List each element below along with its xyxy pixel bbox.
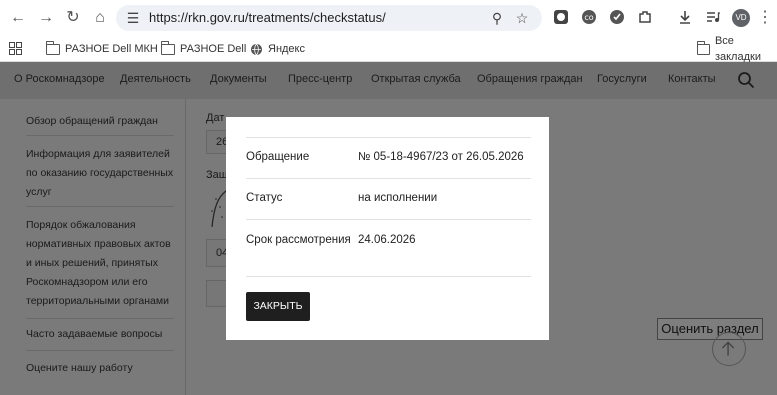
modal-divider [246,137,531,138]
media-control-icon[interactable] [705,9,721,25]
appeal-value: № 05-18-4967/23 от 26.05.2026 [358,151,524,163]
deadline-label: Срок рассмотрения [246,234,351,246]
home-icon[interactable]: ⌂ [90,8,110,28]
bookmark-yandex[interactable]: Яндекс [250,41,305,57]
sidebar-divider [26,206,174,207]
bookmark-folder-dell-mkn[interactable]: РАЗНОЕ Dell МКН [45,40,158,57]
sidebar-item-review[interactable]: Обзор обращений граждан [26,112,176,131]
all-bookmarks[interactable]: Все закладки [696,35,777,63]
sidebar-item-appeal-order[interactable]: Порядок обжалования нормативных правовых… [26,216,176,311]
status-label: Статус [246,192,283,204]
bookmarks-bar: РАЗНОЕ Dell МКН РАЗНОЕ Dell Яндекс Все з… [0,35,777,63]
bookmark-label: Яндекс [268,43,305,55]
site-navigation: О Роскомнадзоре Деятельность Документы П… [0,62,777,99]
status-value: на исполнении [358,192,438,204]
modal-divider [246,178,531,179]
nav-item-appeals[interactable]: Обращения граждан [477,73,583,85]
svg-text:co: co [584,13,593,22]
reload-icon[interactable]: ↻ [63,8,83,28]
forward-icon[interactable]: → [36,8,56,28]
appeal-label: Обращение [246,151,310,163]
nav-item-documents[interactable]: Документы [210,73,267,85]
extension-shield-icon[interactable] [609,9,625,25]
close-button[interactable]: ЗАКРЫТЬ [246,292,310,321]
all-bookmarks-label: Все закладки [714,35,761,63]
nav-item-activity[interactable]: Деятельность [120,73,191,85]
bookmark-star-icon[interactable]: ☆ [513,9,531,27]
nav-item-gosuslugi[interactable]: Госуслуги [597,73,647,85]
sidebar: Обзор обращений граждан Информация для з… [0,99,186,395]
nav-item-press[interactable]: Пресс-центр [288,73,352,85]
deadline-value: 24.06.2026 [358,234,416,246]
bookmark-folder-dell[interactable]: РАЗНОЕ Dell [160,40,247,57]
browser-toolbar: ← → ↻ ⌂ ☰ https://rkn.gov.ru/treatments/… [0,0,777,36]
extensions-puzzle-icon[interactable] [637,9,653,25]
apps-grid-icon[interactable] [9,42,22,55]
protection-label: Защ [206,169,228,181]
back-icon[interactable]: ← [8,8,28,28]
folder-icon [45,40,60,55]
date-label: Дат [206,112,225,124]
sidebar-item-faq[interactable]: Часто задаваемые вопросы [26,325,176,344]
sidebar-divider [26,135,174,136]
sidebar-divider [26,318,174,319]
sidebar-divider [26,350,174,351]
browser-menu-icon[interactable]: ⋮ [755,8,775,28]
nav-item-about[interactable]: О Роскомнадзоре [14,73,105,85]
nav-item-contacts[interactable]: Контакты [668,73,716,85]
nav-item-open-service[interactable]: Открытая служба [371,73,461,85]
modal-divider [246,219,531,220]
zoom-search-icon[interactable]: ⚲ [488,9,506,27]
bookmark-label: РАЗНОЕ Dell [180,43,247,55]
sidebar-item-info[interactable]: Информация для заявителей по оказанию го… [26,145,176,202]
scroll-top-icon[interactable] [712,332,746,366]
download-icon[interactable] [677,9,693,25]
profile-avatar[interactable]: VD [732,9,750,27]
extension-infinity-icon[interactable]: co [581,9,597,25]
modal-divider [246,276,531,277]
folder-icon [696,40,710,55]
globe-icon [251,43,262,56]
sidebar-item-rate[interactable]: Оцените нашу работу [26,359,176,378]
url-text[interactable]: https://rkn.gov.ru/treatments/checkstatu… [149,10,386,25]
search-icon[interactable] [737,71,755,89]
folder-icon [160,40,175,55]
captcha-image [211,190,227,228]
rate-section-button[interactable]: Оценить раздел [657,318,763,340]
bookmark-label: РАЗНОЕ Dell МКН [65,43,158,55]
status-modal: Обращение № 05-18-4967/23 от 26.05.2026 … [226,117,549,340]
extension-record-icon[interactable] [553,9,569,25]
address-bar[interactable]: ☰ https://rkn.gov.ru/treatments/checksta… [116,5,542,31]
site-settings-icon[interactable]: ☰ [124,9,142,27]
